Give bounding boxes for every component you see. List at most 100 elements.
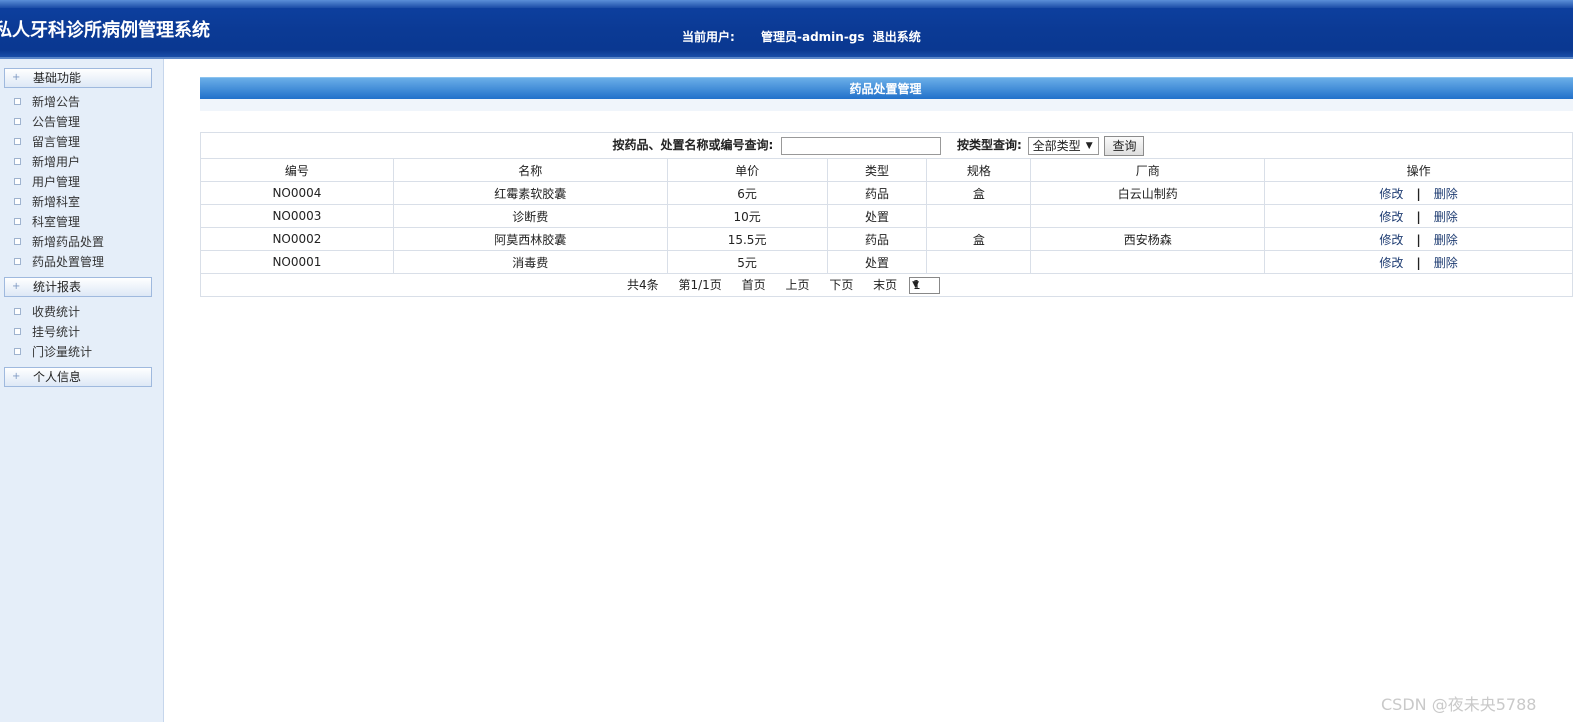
- edit-link[interactable]: 修改: [1379, 210, 1403, 224]
- prev-page-link[interactable]: 上页: [785, 278, 809, 292]
- cell-name: 诊断费: [392, 204, 668, 228]
- bullet-icon: [14, 218, 21, 225]
- sidebar-item-label: 新增公告: [32, 95, 81, 109]
- pager-bar: 共4条 第1/1页 首页 上页 下页 末页 1 ▼: [627, 277, 956, 294]
- sidebar-item-drug-manage[interactable]: 药品处置管理: [14, 253, 104, 271]
- sidebar-item-label: 科室管理: [32, 215, 81, 229]
- cell-code: NO0002: [200, 227, 394, 251]
- sidebar-item-add-department[interactable]: 新增科室: [14, 193, 80, 211]
- sidebar-item-label: 新增用户: [32, 155, 81, 169]
- expand-icon: +: [12, 72, 21, 83]
- sidebar: + 基础功能 新增公告 公告管理 留言管理 新增用户 用户管理 新增科室 科室管…: [0, 59, 164, 722]
- dropdown-arrow-icon: ▼: [912, 280, 919, 290]
- current-user-name: 管理员-admin-gs: [761, 30, 865, 44]
- delete-link[interactable]: 删除: [1434, 187, 1458, 201]
- edit-link[interactable]: 修改: [1379, 233, 1403, 247]
- next-page-link[interactable]: 下页: [829, 278, 853, 292]
- cell-actions: 修改 | 删除: [1264, 227, 1573, 251]
- sidebar-item-notice-manage[interactable]: 公告管理: [14, 113, 80, 131]
- cell-type: 药品: [826, 181, 928, 205]
- table-row: NO0002 阿莫西林胶囊 15.5元 药品 盒 西安杨森 修改 | 删除: [200, 227, 1573, 251]
- edit-link[interactable]: 修改: [1379, 187, 1403, 201]
- sidebar-item-fee-stats[interactable]: 收费统计: [14, 303, 80, 321]
- sidebar-group-label: 个人信息: [33, 370, 82, 384]
- sidebar-item-label: 挂号统计: [32, 325, 81, 339]
- cell-code: NO0001: [200, 250, 394, 274]
- sidebar-item-add-user[interactable]: 新增用户: [14, 153, 80, 171]
- sidebar-item-label: 收费统计: [32, 305, 81, 319]
- cell-vendor: 白云山制药: [1030, 181, 1266, 205]
- bullet-icon: [14, 198, 21, 205]
- first-page-link[interactable]: 首页: [742, 278, 766, 292]
- sidebar-group-basic[interactable]: + 基础功能: [4, 68, 152, 88]
- sidebar-item-label: 新增科室: [32, 195, 81, 209]
- logout-link[interactable]: 退出系统: [873, 30, 921, 44]
- cell-type: 处置: [826, 250, 928, 274]
- cell-spec: 盒: [926, 227, 1032, 251]
- type-select-value: 全部类型: [1032, 138, 1081, 153]
- cell-name: 红霉素软胶囊: [392, 181, 668, 205]
- bullet-icon: [14, 328, 21, 335]
- query-button[interactable]: 查询: [1104, 135, 1145, 156]
- sidebar-item-user-manage[interactable]: 用户管理: [14, 173, 80, 191]
- sidebar-item-label: 用户管理: [32, 175, 81, 189]
- cell-vendor: 西安杨森: [1030, 227, 1266, 251]
- cell-actions: 修改 | 删除: [1264, 181, 1573, 205]
- bullet-icon: [14, 178, 21, 185]
- pager-total: 共4条: [627, 278, 659, 292]
- bullet-icon: [14, 138, 21, 145]
- pager-row: 共4条 第1/1页 首页 上页 下页 末页 1 ▼: [200, 273, 1573, 297]
- cell-spec: [926, 250, 1032, 274]
- cell-price: 10元: [666, 204, 828, 228]
- column-header: 类型: [826, 158, 928, 182]
- delete-link[interactable]: 删除: [1434, 256, 1458, 270]
- sidebar-item-message-manage[interactable]: 留言管理: [14, 133, 80, 151]
- sidebar-item-label: 新增药品处置: [32, 235, 105, 249]
- bullet-icon: [14, 308, 21, 315]
- panel-title: 药品处置管理: [849, 82, 922, 96]
- sidebar-group-personal[interactable]: + 个人信息: [4, 367, 152, 387]
- sidebar-item-department-manage[interactable]: 科室管理: [14, 213, 80, 231]
- sidebar-group-label: 统计报表: [33, 280, 82, 294]
- sidebar-item-add-notice[interactable]: 新增公告: [14, 93, 80, 111]
- cell-name: 消毒费: [392, 250, 668, 274]
- last-page-link[interactable]: 末页: [873, 278, 897, 292]
- sidebar-item-add-drug[interactable]: 新增药品处置: [14, 233, 104, 251]
- user-area: 当前用户: 管理员-admin-gs 退出系统: [682, 28, 921, 45]
- cell-actions: 修改 | 删除: [1264, 204, 1573, 228]
- cell-type: 药品: [826, 227, 928, 251]
- cell-spec: 盒: [926, 181, 1032, 205]
- header-bar: 私人牙科诊所病例管理系统 当前用户: 管理员-admin-gs 退出系统: [0, 0, 1573, 59]
- cell-actions: 修改 | 删除: [1264, 250, 1573, 274]
- column-header: 名称: [392, 158, 668, 182]
- sidebar-item-label: 公告管理: [32, 115, 81, 129]
- delete-link[interactable]: 删除: [1434, 210, 1458, 224]
- action-separator: |: [1416, 209, 1421, 224]
- sidebar-item-registration-stats[interactable]: 挂号统计: [14, 323, 80, 341]
- type-select[interactable]: 全部类型 ▼: [1027, 136, 1099, 155]
- expand-icon: +: [12, 281, 21, 292]
- edit-link[interactable]: 修改: [1379, 256, 1403, 270]
- bullet-icon: [14, 98, 21, 105]
- cell-code: NO0003: [200, 204, 394, 228]
- column-header: 单价: [666, 158, 828, 182]
- sidebar-group-label: 基础功能: [33, 71, 82, 85]
- action-separator: |: [1416, 255, 1421, 270]
- sidebar-group-reports[interactable]: + 统计报表: [4, 277, 152, 297]
- panel-subbar: [200, 99, 1573, 111]
- bullet-icon: [14, 348, 21, 355]
- delete-link[interactable]: 删除: [1434, 233, 1458, 247]
- bullet-icon: [14, 258, 21, 265]
- page-select[interactable]: 1 ▼: [909, 277, 940, 294]
- watermark: CSDN @夜未央5788: [1381, 695, 1537, 714]
- sidebar-item-outpatient-stats[interactable]: 门诊量统计: [14, 343, 92, 361]
- column-header: 厂商: [1030, 158, 1266, 182]
- action-separator: |: [1416, 232, 1421, 247]
- column-header: 编号: [200, 158, 394, 182]
- table-row: NO0004 红霉素软胶囊 6元 药品 盒 白云山制药 修改 | 删除: [200, 181, 1573, 205]
- panel-title-bar: 药品处置管理: [200, 77, 1573, 100]
- dropdown-arrow-icon: ▼: [1085, 140, 1093, 151]
- pager-page-info: 第1/1页: [678, 278, 722, 292]
- name-search-input[interactable]: [781, 136, 942, 155]
- search-bar: 按药品、处置名称或编号查询: 按类型查询: 全部类型 ▼ 查询: [613, 135, 1145, 156]
